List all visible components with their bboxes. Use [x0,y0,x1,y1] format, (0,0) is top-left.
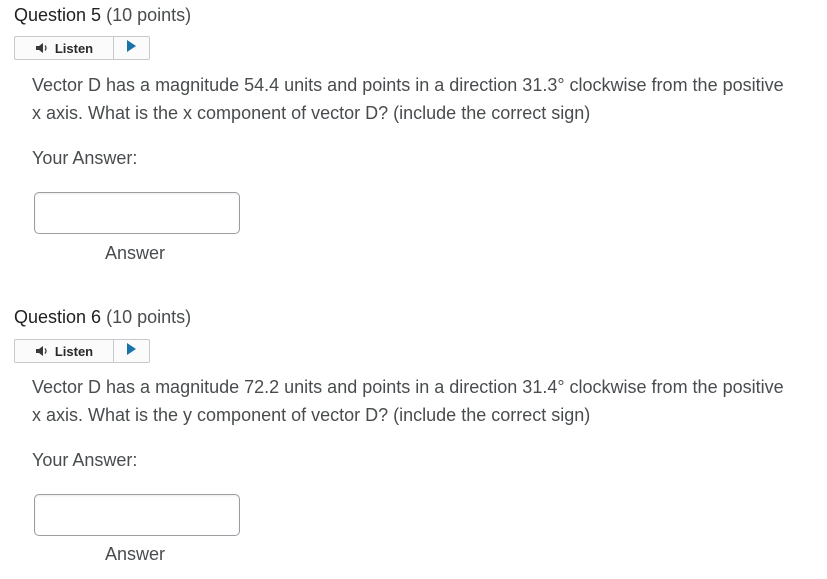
play-button[interactable] [114,37,149,59]
play-button[interactable] [114,340,149,362]
speaker-icon [35,345,51,357]
answer-input[interactable] [34,192,240,234]
listen-label: Listen [54,40,94,56]
question-text: Vector D has a magnitude 72.2 units and … [32,377,784,425]
question-6: Question 6 (10 points) Listen Vector D h… [14,306,814,576]
question-title: Question 5 (10 points) [14,4,814,26]
answer-label: Answer [105,243,166,263]
listen-widget: Listen [14,339,150,363]
play-icon [126,342,137,360]
question-number: Question 6 [14,307,102,327]
play-icon [126,39,137,57]
listen-widget: Listen [14,36,150,60]
your-answer-label: Your Answer: [32,148,138,168]
listen-button[interactable]: Listen [15,37,114,59]
your-answer-label: Your Answer: [32,450,138,470]
listen-button[interactable]: Listen [15,340,114,362]
speaker-icon [35,42,51,54]
listen-label: Listen [54,343,94,359]
question-text: Vector D has a magnitude 54.4 units and … [32,75,784,123]
question-number: Question 5 [14,5,102,25]
question-points: (10 points) [106,5,192,25]
question-title: Question 6 (10 points) [14,306,814,328]
question-points: (10 points) [106,307,192,327]
question-5: Question 5 (10 points) Listen Vector D h… [14,4,814,274]
answer-label: Answer [105,544,166,564]
answer-input[interactable] [34,494,240,536]
